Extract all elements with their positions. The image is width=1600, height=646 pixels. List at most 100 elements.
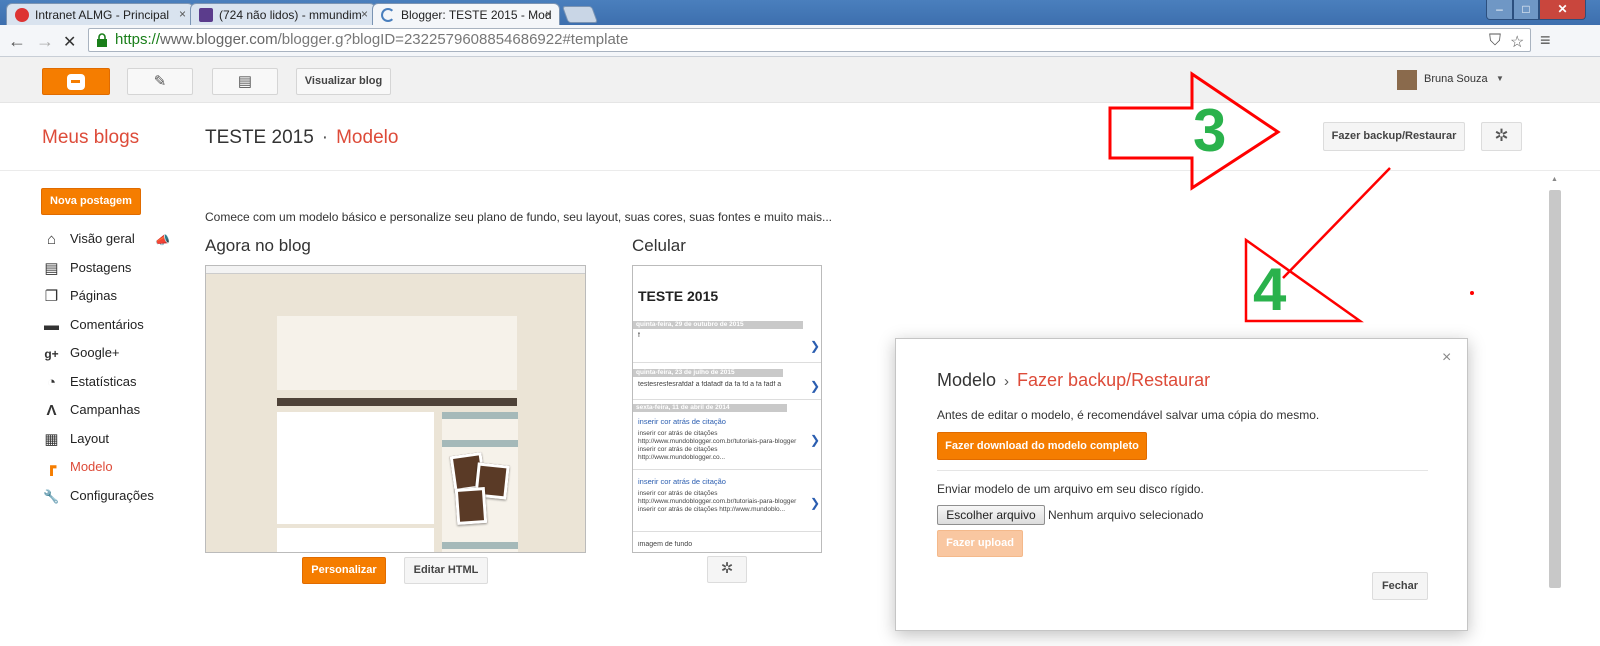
sidebar-item-layout[interactable]: ▦ Layout <box>42 429 154 458</box>
tab-close-icon[interactable]: × <box>179 7 186 21</box>
new-tab-button[interactable] <box>561 6 599 23</box>
sidebar-item-label: Visão geral <box>70 231 135 246</box>
layout-icon: ▦ <box>44 430 59 448</box>
view-blog-button[interactable]: Visualizar blog <box>296 68 391 95</box>
chevron-right-icon[interactable]: ❯ <box>810 339 820 353</box>
dialog-title-sub: Fazer backup/Restaurar <box>1017 370 1211 390</box>
sidebar-item-label: Estatísticas <box>70 373 137 389</box>
chevron-right-icon[interactable]: ❯ <box>810 433 820 447</box>
preview-sidebar-bar <box>442 440 518 447</box>
new-post-pencil-button[interactable]: ✎ <box>127 68 193 95</box>
dialog-title-main: Modelo <box>937 370 997 390</box>
mobile-post-date: quinta-feira, 29 de outubro de 2015 <box>633 321 803 329</box>
sidebar-item-stats[interactable]: ◔ Estatísticas <box>42 372 154 401</box>
pages-icon: ❐ <box>44 288 59 305</box>
preview-post-area-2 <box>277 528 434 552</box>
tab-blogger[interactable]: Blogger: TESTE 2015 - Mod × <box>372 3 560 25</box>
forward-icon[interactable]: → <box>36 31 54 52</box>
tab-close-icon[interactable]: × <box>545 7 552 21</box>
download-template-button[interactable]: Fazer download do modelo completo <box>937 432 1147 460</box>
tab-mail[interactable]: (724 não lidos) - mmundim × <box>190 3 376 25</box>
minimize-button[interactable]: ‒ <box>1486 0 1513 20</box>
page-scrollbar[interactable]: ▲ <box>1547 172 1563 592</box>
upload-button[interactable]: Fazer upload <box>937 530 1023 557</box>
chevron-right-icon[interactable]: ❯ <box>810 496 820 510</box>
mobile-post-snippet: inserir cor atrás de citações http://www… <box>638 430 797 461</box>
maximize-button[interactable]: □ <box>1513 0 1539 20</box>
chevron-down-icon[interactable]: ▼ <box>1496 74 1504 83</box>
mobile-divider <box>633 399 821 400</box>
mobile-post-date: quinta-feira, 23 de julho de 2015 <box>633 369 783 377</box>
shield-icon[interactable]: ⛉ <box>1489 32 1501 50</box>
chevron-right-icon[interactable]: ❯ <box>810 379 820 393</box>
backup-restore-button[interactable]: Fazer backup/Restaurar <box>1323 122 1465 151</box>
mobile-settings-button[interactable]: ✲ <box>707 556 747 583</box>
scroll-up-icon[interactable]: ▲ <box>1551 176 1558 183</box>
close-icon[interactable]: × <box>1442 349 1451 367</box>
comments-icon: ▬ <box>44 316 59 334</box>
mobile-divider <box>633 531 821 532</box>
preview-sidebar-bar <box>442 542 518 549</box>
menu-icon[interactable]: ≡ <box>1540 30 1551 51</box>
address-bar[interactable]: https://www.blogger.com/blogger.g?blogID… <box>88 28 1531 52</box>
step-3-label: 3 <box>1193 97 1227 164</box>
new-post-button[interactable]: Nova postagem <box>41 188 141 215</box>
mobile-divider <box>633 469 821 470</box>
tab-close-icon[interactable]: × <box>361 7 368 21</box>
wrench-icon: 🔧 <box>43 488 60 504</box>
stop-icon[interactable]: ✕ <box>63 32 76 52</box>
browser-toolbar: ← → ✕ https://www.blogger.com/blogger.g?… <box>0 25 1600 57</box>
mail-icon <box>199 8 213 22</box>
now-on-blog-heading: Agora no blog <box>205 236 311 255</box>
sidebar-item-settings[interactable]: 🔧 Configurações <box>42 486 153 515</box>
mobile-post-date: sexta-feira, 11 de abril de 2014 <box>633 404 787 412</box>
posts-list-button[interactable]: ▤ <box>212 68 278 95</box>
sidebar-item-googleplus[interactable]: g+ Google+ <box>42 343 154 372</box>
warning-icon <box>15 8 29 22</box>
upload-instructions-text: Enviar modelo de um arquivo em seu disco… <box>937 482 1204 496</box>
user-name[interactable]: Bruna Souza <box>1424 73 1488 85</box>
sidebar-item-overview[interactable]: ⌂ Visão geral <box>42 229 154 258</box>
home-icon: ⌂ <box>46 231 57 248</box>
sidebar-item-label: Páginas <box>70 288 117 303</box>
choose-file-button[interactable]: Escolher arquivo <box>937 505 1045 525</box>
settings-gear-button[interactable]: ✲ <box>1481 122 1522 151</box>
blogger-logo-button[interactable] <box>42 68 110 95</box>
template-icon: ┏ <box>46 459 57 476</box>
mobile-post-link[interactable]: inserir cor atrás de citação <box>638 417 726 426</box>
edit-html-button[interactable]: Editar HTML <box>404 557 488 584</box>
preview-blog-header <box>277 316 517 390</box>
scrollbar-thumb[interactable] <box>1549 190 1561 588</box>
sidebar-item-label: Postagens <box>70 259 132 275</box>
gear-icon: ✲ <box>1494 126 1509 145</box>
blog-name: TESTE 2015 <box>205 127 314 148</box>
sidebar-item-posts[interactable]: ▤ Postagens <box>42 258 154 287</box>
googleplus-icon: g+ <box>44 347 59 361</box>
sidebar-item-campaigns[interactable]: Λ Campanhas <box>42 400 154 429</box>
close-window-button[interactable]: ✕ <box>1539 0 1586 20</box>
close-dialog-button[interactable]: Fechar <box>1372 572 1428 600</box>
customize-button[interactable]: Personalizar <box>302 557 386 584</box>
bookmark-star-icon[interactable]: ☆ <box>1510 32 1524 52</box>
mobile-template-preview[interactable]: TESTE 2015 quinta-feira, 29 de outubro d… <box>632 265 822 553</box>
page-title: TESTE 2015 · Modelo <box>205 127 398 149</box>
blogger-appbar: ✎ ▤ Visualizar blog Bruna Souza ▼ <box>0 57 1600 103</box>
mobile-heading: Celular <box>632 236 686 255</box>
back-icon[interactable]: ← <box>8 31 26 52</box>
tab-intranet[interactable]: Intranet ALMG - Principal × <box>6 3 194 25</box>
campaigns-icon: Λ <box>46 402 57 419</box>
sidebar-item-comments[interactable]: ▬ Comentários <box>42 315 154 344</box>
document-icon: ▤ <box>237 73 253 90</box>
blogger-b-icon <box>67 74 85 90</box>
url-path: /blogger.g?blogID=2322579608854686922#te… <box>277 31 629 48</box>
sidebar-item-pages[interactable]: ❐ Páginas <box>42 286 154 315</box>
mobile-post-link[interactable]: inserir cor atrás de citação <box>638 477 726 486</box>
loading-spinner-icon <box>381 8 395 22</box>
stats-icon: ◔ <box>46 373 57 391</box>
intro-text: Comece com um modelo básico e personaliz… <box>205 210 832 224</box>
desktop-template-preview[interactable] <box>205 265 586 553</box>
lock-icon <box>97 33 107 47</box>
avatar[interactable] <box>1397 70 1417 90</box>
my-blogs-link[interactable]: Meus blogs <box>42 127 139 149</box>
sidebar-item-template[interactable]: ┏ Modelo <box>42 457 154 486</box>
